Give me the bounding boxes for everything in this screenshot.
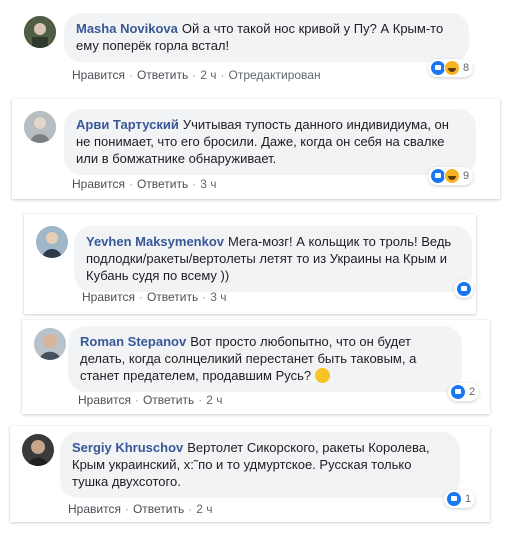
avatar[interactable] — [34, 328, 66, 360]
reaction-count: 2 — [469, 386, 476, 398]
reactions-badge[interactable] — [454, 280, 474, 298]
comment-author[interactable]: Sergiy Khruschov — [72, 440, 183, 455]
comment-time[interactable]: 2 ч — [196, 502, 212, 516]
like-link[interactable]: Нравится — [78, 393, 131, 407]
comment-author[interactable]: Yevhen Maksymenkov — [86, 234, 224, 249]
edited-label[interactable]: Отредактирован — [229, 68, 321, 82]
comment-author[interactable]: Masha Novikova — [76, 21, 178, 36]
reactions-badge[interactable]: 9 — [428, 167, 474, 185]
comment-actions: Нравится · Ответить · 2 ч · Отредактирован — [72, 68, 321, 82]
like-link[interactable]: Нравится — [68, 502, 121, 516]
comment-author[interactable]: Арви Тартуский — [76, 117, 179, 132]
like-reaction-icon — [456, 281, 472, 297]
comment-bubble: Masha Novikova Ой а что такой нос кривой … — [64, 13, 469, 62]
reaction-count: 8 — [463, 62, 470, 74]
comment-card: Yevhen Maksymenkov Мега-мозг! А кольщик т… — [24, 214, 476, 314]
like-reaction-icon — [446, 491, 462, 507]
reply-link[interactable]: Ответить — [147, 290, 198, 304]
avatar[interactable] — [36, 226, 68, 258]
comment-time[interactable]: 2 ч — [206, 393, 222, 407]
avatar[interactable] — [22, 434, 54, 466]
like-link[interactable]: Нравится — [82, 290, 135, 304]
comment-card: Roman Stepanov Вот просто любопытно, что … — [22, 320, 490, 414]
like-link[interactable]: Нравится — [72, 177, 125, 191]
reactions-badge[interactable]: 2 — [448, 383, 480, 401]
comment-card: Sergiy Khruschov Вертолет Сикорского, рак… — [10, 426, 490, 522]
haha-reaction-icon — [444, 168, 460, 184]
comment-author[interactable]: Roman Stepanov — [80, 334, 186, 349]
reply-link[interactable]: Ответить — [137, 177, 188, 191]
like-reaction-icon — [450, 384, 466, 400]
haha-reaction-icon — [444, 60, 460, 76]
like-link[interactable]: Нравится — [72, 68, 125, 82]
comment-bubble: Roman Stepanov Вот просто любопытно, что … — [68, 326, 462, 392]
comment-time[interactable]: 2 ч — [200, 68, 216, 82]
reply-link[interactable]: Ответить — [143, 393, 194, 407]
reaction-count: 1 — [465, 493, 472, 505]
comment-bubble: Арви Тартуский Учитывая тупость данного и… — [64, 109, 476, 175]
comment-time[interactable]: 3 ч — [200, 177, 216, 191]
reply-link[interactable]: Ответить — [133, 502, 184, 516]
avatar[interactable] — [24, 111, 56, 143]
comment-actions: Нравится · Ответить · 2 ч — [78, 393, 223, 407]
comment-time[interactable]: 3 ч — [210, 290, 226, 304]
comment-bubble: Sergiy Khruschov Вертолет Сикорского, рак… — [60, 432, 460, 498]
comment-actions: Нравится · Ответить · 3 ч — [72, 177, 217, 191]
avatar[interactable] — [24, 16, 56, 48]
reaction-count: 9 — [463, 170, 470, 182]
comment-actions: Нравится · Ответить · 3 ч — [82, 290, 227, 304]
comment-actions: Нравится · Ответить · 2 ч — [68, 502, 213, 516]
comment-card: Арви Тартуский Учитывая тупость данного и… — [12, 99, 500, 199]
comment-bubble: Yevhen Maksymenkov Мега-мозг! А кольщик т… — [74, 226, 472, 292]
reply-link[interactable]: Ответить — [137, 68, 188, 82]
reactions-badge[interactable]: 1 — [444, 490, 476, 508]
smiley-emoji-icon — [314, 368, 330, 383]
comment-card: Masha Novikova Ой а что такой нос кривой … — [12, 4, 500, 86]
reactions-badge[interactable]: 8 — [428, 59, 474, 77]
